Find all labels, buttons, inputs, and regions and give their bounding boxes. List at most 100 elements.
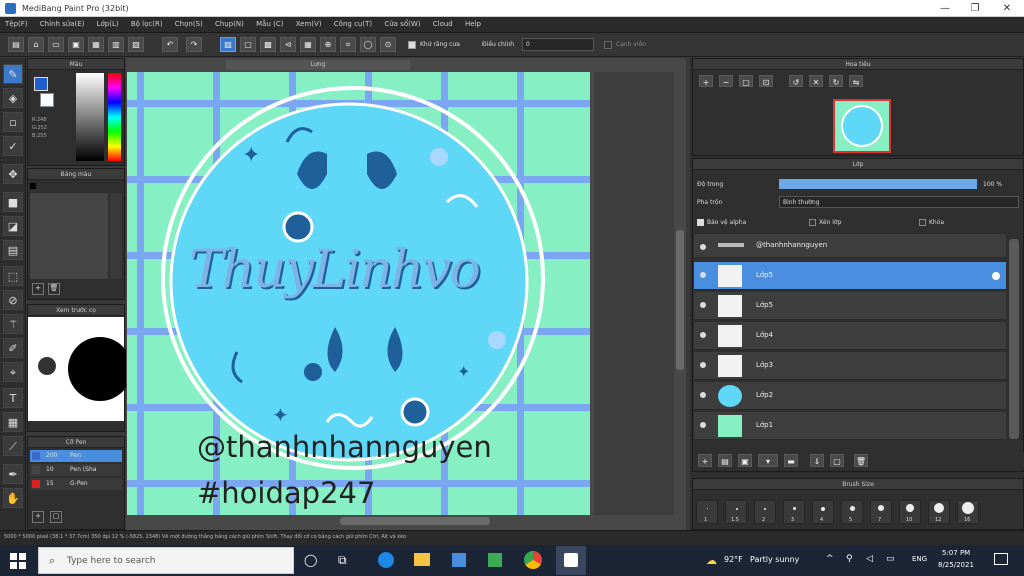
chat-icon[interactable]: ▭ <box>48 37 64 52</box>
brush-size-cell[interactable]: 7 <box>870 500 892 524</box>
actual-size-icon[interactable]: ⊡ <box>759 75 773 87</box>
notification-icon[interactable] <box>994 553 1008 565</box>
correction-select[interactable]: 0 <box>522 38 594 51</box>
eyedropper-tool-icon[interactable]: ⟋ <box>3 436 23 456</box>
cortana-icon[interactable]: ◯ <box>304 553 317 567</box>
delete-palette-icon[interactable]: 🗑 <box>48 283 60 295</box>
battery-icon[interactable]: ▭ <box>886 554 895 564</box>
fill-tool-icon[interactable]: ■ <box>3 192 23 212</box>
menu-cloud[interactable]: Cloud <box>428 17 458 31</box>
layer-row[interactable]: Lớp5 <box>694 292 1006 320</box>
text-tool-icon[interactable]: T <box>3 388 23 408</box>
visibility-eye-icon[interactable] <box>700 392 706 398</box>
visibility-eye-icon[interactable] <box>700 302 706 308</box>
deselect-icon[interactable]: ▢ <box>240 37 256 52</box>
clipping-checkbox[interactable] <box>809 219 816 226</box>
edge-icon[interactable] <box>378 552 394 568</box>
visibility-eye-icon[interactable] <box>700 362 706 368</box>
brush-size-cell[interactable]: 4 <box>812 500 834 524</box>
merge-layer-icon[interactable]: ⇓ <box>810 454 824 467</box>
snap-settings-icon[interactable]: ⊙ <box>380 37 396 52</box>
palette-area[interactable] <box>30 193 108 279</box>
select-tool-icon[interactable]: ⬚ <box>3 266 23 286</box>
navigator-thumbnail[interactable] <box>833 99 891 153</box>
magic-wand-tool-icon[interactable]: ⚚ <box>3 314 23 334</box>
eraser-tool-icon[interactable]: ◈ <box>3 88 23 108</box>
opacity-slider[interactable] <box>779 179 977 189</box>
lasso-tool-icon[interactable]: ⊘ <box>3 290 23 310</box>
new-layer-icon[interactable]: + <box>698 454 712 467</box>
save-icon[interactable]: ▣ <box>68 37 84 52</box>
brush-item[interactable]: 15 G-Pen <box>30 478 122 490</box>
visibility-eye-icon[interactable] <box>700 332 706 338</box>
visibility-eye-icon[interactable] <box>700 244 706 250</box>
layer-row[interactable]: @thanhnhannguyen <box>694 234 1006 258</box>
menu-edit[interactable]: Chỉnh sửa(E) <box>35 17 90 31</box>
layer-row[interactable]: Lớp2 <box>694 382 1006 410</box>
canvas-tab[interactable]: Lưng <box>226 60 410 70</box>
canvas-horizontal-scrollbar[interactable] <box>340 517 490 525</box>
rotate-left-icon[interactable]: ↺ <box>789 75 803 87</box>
check-tool-icon[interactable]: ✓ <box>3 136 23 156</box>
blend-mode-select[interactable]: Bình thường <box>779 196 1019 208</box>
move-icon[interactable]: ⊕ <box>320 37 336 52</box>
layer-row[interactable]: Lớp1 <box>694 412 1006 440</box>
task-view-icon[interactable]: ⧉ <box>338 553 347 568</box>
color-brightness-field[interactable] <box>76 73 104 161</box>
new-halftone-layer-icon[interactable]: ▤ <box>718 454 732 467</box>
minimize-button[interactable]: — <box>930 0 960 17</box>
tray-chevron-icon[interactable]: ^ <box>826 554 834 564</box>
add-palette-icon[interactable]: + <box>32 283 44 295</box>
layer-row[interactable]: Lớp5 <box>694 262 1006 290</box>
home-icon[interactable]: ⌂ <box>28 37 44 52</box>
menu-tools[interactable]: Công cụ(T) <box>329 17 377 31</box>
volume-icon[interactable]: ◁ <box>866 554 873 564</box>
canvas-vertical-scrollbar[interactable] <box>676 230 684 370</box>
palette-swatch[interactable] <box>30 183 36 189</box>
primary-color-swatch[interactable] <box>34 77 48 91</box>
zoom-out-icon[interactable]: − <box>719 75 733 87</box>
grid-icon[interactable]: ▦ <box>88 37 104 52</box>
dot-tool-icon[interactable]: ▫ <box>3 112 23 132</box>
transform-icon[interactable]: ▦ <box>300 37 316 52</box>
pen-tool-icon[interactable]: ✒ <box>3 464 23 484</box>
new-file-icon[interactable]: ▤ <box>8 37 24 52</box>
menu-file[interactable]: Tệp(F) <box>0 17 33 31</box>
layers-scrollbar[interactable] <box>1009 239 1019 439</box>
brush-item[interactable]: 200 Pen <box>30 450 122 462</box>
brush-item[interactable]: 10 Pen (Sha <box>30 464 122 476</box>
flip-icon[interactable]: ⇋ <box>849 75 863 87</box>
menu-window[interactable]: Cửa sổ(W) <box>379 17 425 31</box>
menu-layer[interactable]: Lớp(L) <box>92 17 124 31</box>
canvas[interactable]: ✦ ✦ ✦ ThuyLinhvo @thanhnhannguyen #hoida… <box>127 72 590 515</box>
brush-size-cell[interactable]: 16 <box>957 500 979 524</box>
brush-size-cell[interactable]: 3 <box>783 500 805 524</box>
brush-tool-icon[interactable]: ✎ <box>3 64 23 84</box>
brush-size-cell[interactable]: 12 <box>928 500 950 524</box>
redo-icon[interactable]: ↷ <box>186 37 202 52</box>
taskbar-search[interactable]: ⌕ Type here to search <box>38 547 294 574</box>
app-icon-green[interactable] <box>488 553 502 567</box>
medibang-taskbar-item[interactable] <box>556 546 586 575</box>
undo-icon[interactable]: ↶ <box>162 37 178 52</box>
brush-size-cell[interactable]: 1 <box>696 500 718 524</box>
hand-tool-icon[interactable]: ✋ <box>3 488 23 508</box>
close-button[interactable]: ✕ <box>992 0 1022 17</box>
clock-time[interactable]: 5:07 PM <box>942 549 970 557</box>
antialias-checkbox[interactable] <box>408 41 416 49</box>
visibility-eye-icon[interactable] <box>700 272 706 278</box>
menu-pattern[interactable]: Mẫu (C) <box>251 17 288 31</box>
brush-size-cell[interactable]: 10 <box>899 500 921 524</box>
move-tool-icon[interactable]: ✥ <box>3 164 23 184</box>
store-icon[interactable] <box>452 553 466 567</box>
clock-date[interactable]: 8/25/2021 <box>938 561 974 569</box>
menu-help[interactable]: Help <box>460 17 486 31</box>
language-indicator[interactable]: ENG <box>912 555 927 563</box>
windows-start-icon[interactable] <box>10 553 26 569</box>
maximize-button[interactable]: ❐ <box>960 0 990 17</box>
delete-layer-icon[interactable]: 🗑 <box>854 454 868 467</box>
rotate-right-icon[interactable]: ↻ <box>829 75 843 87</box>
crop-icon[interactable]: ⌗ <box>340 37 356 52</box>
clear-layer-icon[interactable]: ▢ <box>830 454 844 467</box>
palette-scrollbar[interactable] <box>110 193 122 279</box>
